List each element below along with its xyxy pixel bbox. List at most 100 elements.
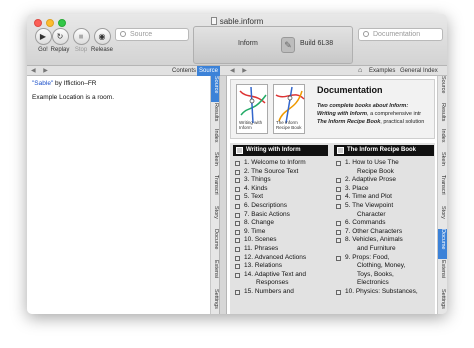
chapter-link[interactable]: 13. Relations <box>234 262 306 271</box>
documentation-intro: Two complete books about Inform: Writing… <box>317 103 425 125</box>
vtab-right-index[interactable]: Index <box>438 129 447 151</box>
right-vertical-tab-bar: Source Results Index Skein Transcri Stor… <box>437 76 447 314</box>
chapter-link[interactable]: 6. Descriptions <box>234 202 306 211</box>
inform-recipe-book-cover[interactable]: The Inform Recipe Book <box>273 84 305 134</box>
book-1-chapter-list: 1. Welcome to Inform 2. The Source Text … <box>234 159 306 297</box>
chapter-link[interactable]: 10. Physics: Substances, <box>335 288 418 297</box>
left-vertical-tab-bar: Source Results Index Skein Transcri Stor… <box>210 76 220 314</box>
replay-icon: ↻ <box>51 28 69 45</box>
chapter-link-continuation[interactable]: Clothing, Money, <box>335 262 418 271</box>
chapter-icon <box>235 178 240 184</box>
chapter-link[interactable]: 1. Welcome to Inform <box>234 159 306 168</box>
chapter-link-continuation[interactable]: Toys, Books, <box>335 271 418 280</box>
pane-tab-row: ◀ ▶ Contents Source ◀ ▶ ⌂ Examples Gener… <box>27 66 447 76</box>
book-2-heading[interactable]: The Inform Recipe Book <box>334 145 434 156</box>
chapter-icon <box>235 203 240 209</box>
documentation-title: Documentation <box>317 85 383 95</box>
release-icon: ◉ <box>93 28 111 45</box>
chapter-link[interactable]: 12. Advanced Actions <box>234 254 306 263</box>
chapter-icon <box>336 203 341 209</box>
chapter-link[interactable]: 5. The Viewpoint <box>335 202 418 211</box>
chapter-link[interactable]: 15. Numbers and <box>234 288 306 297</box>
chapter-link[interactable]: 4. Time and Plot <box>335 193 418 202</box>
chapter-icon <box>235 289 240 295</box>
chapter-link[interactable]: 8. Vehicles, Animals <box>335 236 418 245</box>
chapter-link[interactable]: 3. Place <box>335 185 418 194</box>
release-button-label: Release <box>90 47 113 53</box>
vtab-right-skein[interactable]: Skein <box>438 152 447 174</box>
title-bar: sable.inform ▶ Go! ↻ Replay ■ Stop ◉ Rel… <box>27 14 447 66</box>
status-panel: Inform ✎ Build 6L38 <box>193 26 353 64</box>
chapter-icon <box>336 195 341 201</box>
story-title-text: "Sable" <box>32 80 54 87</box>
chapter-icon <box>235 272 240 278</box>
chapter-icon <box>235 169 240 175</box>
chapter-link[interactable]: 9. Props: Food, <box>335 254 418 263</box>
chapter-link-continuation[interactable]: Recipe Book <box>335 168 418 177</box>
chapter-link-continuation[interactable]: and Furniture <box>335 245 418 254</box>
inform-build-icon: ✎ <box>281 37 295 53</box>
chapter-icon <box>235 229 240 235</box>
vtab-right-source[interactable]: Source <box>438 76 447 102</box>
chapter-link[interactable]: 7. Basic Actions <box>234 211 306 220</box>
window-title: sable.inform <box>27 17 447 26</box>
chapter-link-continuation[interactable]: Electronics <box>335 279 418 288</box>
writing-with-inform-cover[interactable]: Writing with Inform <box>236 84 268 134</box>
vtab-right-settings[interactable]: Settings <box>438 289 447 314</box>
book-1-heading[interactable]: Writing with Inform <box>233 145 328 156</box>
chapter-link[interactable]: 2. Adaptive Prose <box>335 176 418 185</box>
chapter-link[interactable]: 4. Kinds <box>234 185 306 194</box>
chapter-link[interactable]: 2. The Source Text <box>234 168 306 177</box>
chapter-link[interactable]: 10. Scenes <box>234 236 306 245</box>
vtab-right-documentation[interactable]: Docume <box>438 229 447 259</box>
tab-general-index[interactable]: General Index <box>398 66 440 76</box>
chapter-link[interactable]: 14. Adaptive Text and <box>234 271 306 280</box>
vtab-right-extensions[interactable]: Extensi <box>438 260 447 288</box>
chapter-link[interactable]: 1. How to Use The <box>335 159 418 168</box>
tab-examples[interactable]: Examples <box>367 66 397 76</box>
source-line-1: "Sable" by Iffiction–FR <box>27 79 210 88</box>
chapter-link[interactable]: 7. Other Characters <box>335 228 418 237</box>
chapter-link[interactable]: 9. Time <box>234 228 306 237</box>
search-icon <box>120 31 126 37</box>
tab-source[interactable]: Source <box>197 66 221 76</box>
chapter-link-continuation[interactable]: Character <box>335 211 418 220</box>
left-pane-back-forward-arrows[interactable]: ◀ ▶ <box>31 66 51 76</box>
documentation-pane: Writing with Inform The Inform Recipe Bo… <box>227 76 437 314</box>
chapter-icon <box>336 255 341 261</box>
pane-split-divider[interactable] <box>219 76 227 314</box>
search-icon <box>363 31 369 37</box>
chapter-icon <box>336 161 341 166</box>
chapter-icon <box>235 212 240 218</box>
chapter-link[interactable]: 8. Change <box>234 219 306 228</box>
stop-icon: ■ <box>72 28 90 45</box>
vtab-right-story[interactable]: Story <box>438 206 447 228</box>
chapter-icon <box>336 229 341 235</box>
chapter-icon <box>235 161 240 166</box>
chapter-link[interactable]: 11. Phrases <box>234 245 306 254</box>
source-search-field[interactable]: Source <box>115 28 189 41</box>
app-window: sable.inform ▶ Go! ↻ Replay ■ Stop ◉ Rel… <box>27 14 447 314</box>
chapter-icon <box>336 289 341 295</box>
chapter-link[interactable]: 5. Text <box>234 193 306 202</box>
release-button[interactable]: ◉ Release <box>90 28 114 53</box>
book-2-chapter-list: 1. How to Use The Recipe Book 2. Adaptiv… <box>335 159 418 297</box>
right-pane-back-forward-arrows[interactable]: ◀ ▶ <box>230 66 250 76</box>
book-icon <box>337 147 344 154</box>
chapter-link[interactable]: 6. Commands <box>335 219 418 228</box>
vtab-right-results[interactable]: Results <box>438 103 447 128</box>
chapter-icon <box>235 195 240 201</box>
documentation-search-field[interactable]: Documentation <box>358 28 443 41</box>
vtab-right-transcript[interactable]: Transcri <box>438 175 447 205</box>
source-editor[interactable]: "Sable" by Iffiction–FR Example Location… <box>27 76 210 314</box>
cover-1-title: Writing with Inform <box>239 120 263 130</box>
home-icon[interactable]: ⌂ <box>356 66 364 76</box>
chapter-link[interactable]: 3. Things <box>234 176 306 185</box>
books-table-of-contents: Writing with Inform The Inform Recipe Bo… <box>230 143 435 314</box>
chapter-icon <box>336 178 341 184</box>
build-label: Build 6L38 <box>300 40 334 47</box>
tab-contents[interactable]: Contents <box>170 66 198 76</box>
chapter-link-continuation[interactable]: Responses <box>234 279 306 288</box>
source-line-2: Example Location is a room. <box>32 94 115 101</box>
cover-map-icon <box>239 86 267 124</box>
